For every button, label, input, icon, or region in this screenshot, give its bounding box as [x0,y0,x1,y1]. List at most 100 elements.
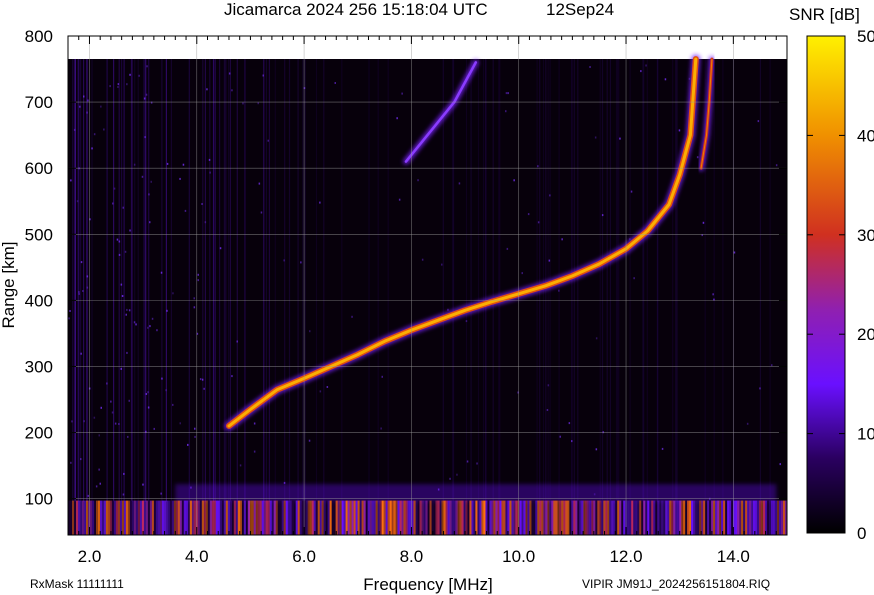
interference-column [613,500,616,535]
interference-column [595,500,598,535]
noise-streak [599,59,601,502]
noise-streak [536,59,538,502]
noise-streak [498,59,500,502]
noise-streak [451,59,454,502]
noise-speck [112,202,114,205]
noise-speck [116,238,119,241]
noise-speck [114,422,117,425]
noise-streak [465,59,468,502]
interference-column [311,500,314,535]
interference-column [569,500,572,535]
noise-streak [161,59,163,502]
noise-speck [149,325,151,328]
interference-column [291,500,294,535]
interference-column [373,500,376,535]
interference-column [125,500,129,535]
noise-speck [283,481,286,484]
interference-column [775,500,778,535]
interference-column [563,500,566,535]
interference-column [587,500,590,535]
noise-speck [80,458,82,461]
interference-column [749,500,752,535]
noise-streak [165,59,167,502]
noise-speck [398,198,401,201]
noise-streak [470,59,472,502]
noise-speck [228,72,231,75]
interference-column [261,500,264,535]
interference-column [769,500,772,535]
noise-speck [458,182,461,185]
interference-column [325,500,328,535]
noise-speck [262,74,264,77]
noise-streak [274,59,276,502]
interference-column [727,500,730,535]
noise-speck [126,308,128,311]
noise-speck [166,162,169,165]
interference-column [277,500,280,535]
interference-column [443,500,446,535]
interference-column [80,500,83,535]
interference-column [387,500,390,535]
noise-speck [141,175,144,178]
interference-column [453,500,456,535]
noise-speck [147,391,149,394]
noise-speck [194,427,196,430]
interference-column [245,500,248,535]
interference-column [421,500,424,535]
interference-column [539,500,542,535]
interference-column [413,500,416,535]
noise-speck [231,375,233,378]
rx-mask-label: RxMask 11111111 [30,577,124,591]
noise-speck [645,64,647,67]
interference-column [505,500,508,535]
noise-speck [779,463,781,466]
noise-speck [143,97,146,100]
interference-column [627,500,630,535]
noise-speck [120,367,122,370]
noise-speck [86,111,88,114]
interference-column [231,500,234,535]
interference-column [247,500,250,535]
noise-streak [106,59,108,502]
interference-column [405,500,408,535]
interference-column [281,500,284,535]
noise-speck [775,164,778,167]
interference-column [105,500,109,535]
interference-column [271,500,274,535]
noise-speck [319,390,322,393]
noise-streak [137,59,139,502]
interference-column [163,500,167,535]
interference-column [617,500,620,535]
interference-column [167,500,171,535]
noise-speck [283,259,285,262]
interference-column [353,500,356,535]
interference-column [265,500,268,535]
interference-column [217,500,220,535]
interference-column [683,500,686,535]
noise-speck [702,221,705,224]
interference-column [475,500,478,535]
interference-column [173,500,177,535]
interference-column [219,500,222,535]
noise-speck [476,462,478,465]
interference-column [127,500,131,535]
noise-speck [165,389,167,392]
interference-column [685,500,688,535]
colorbar-tick-label: 40 [857,126,874,145]
interference-column [687,500,690,535]
interference-column [347,500,350,535]
noise-streak [302,59,304,502]
noise-streak [675,59,677,502]
noise-speck [125,313,127,316]
interference-column [461,500,464,535]
interference-column [739,500,742,535]
colorbar-label: SNR [dB] [789,5,860,24]
interference-column [629,500,632,535]
noise-speck [733,251,736,254]
interference-column [633,500,636,535]
noise-speck [153,427,155,430]
interference-column [665,500,668,535]
noise-streak [542,59,545,502]
interference-column [279,500,282,535]
interference-column [747,500,750,535]
